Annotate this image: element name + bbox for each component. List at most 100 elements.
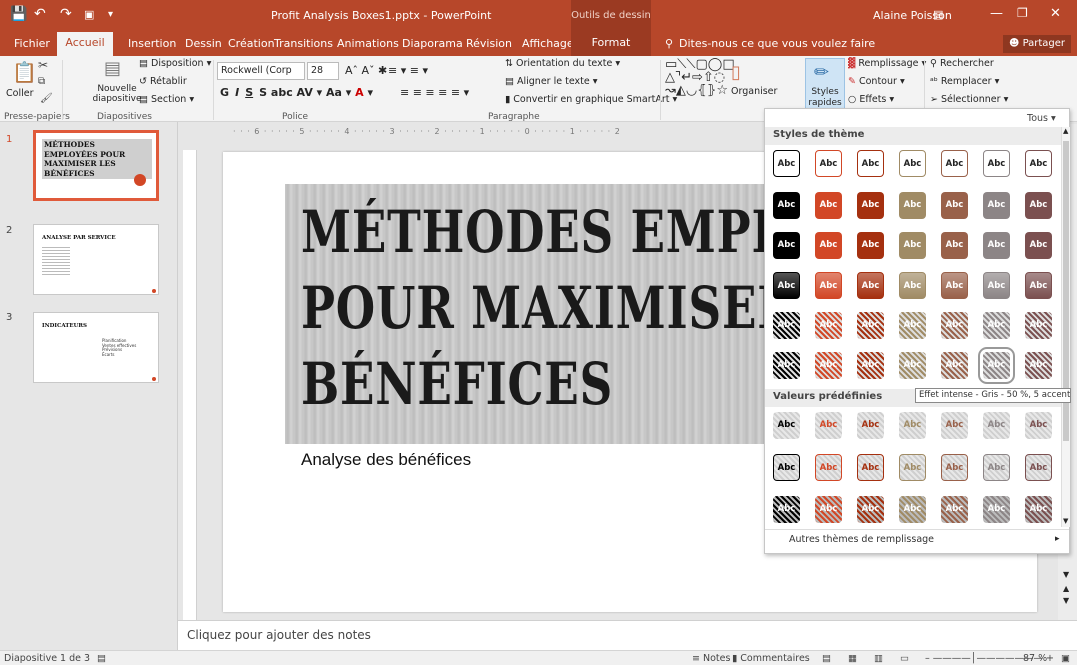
preset-style-swatch[interactable]: Abc: [983, 412, 1010, 439]
tab-insertion[interactable]: Insertion: [128, 37, 176, 50]
preset-style-swatch[interactable]: Abc: [857, 496, 884, 523]
slide-thumbnail-1[interactable]: MÉTHODES EMPLOYÉES POUR MAXIMISER LES BÉ…: [33, 130, 159, 201]
shape-effects-button[interactable]: ○ Effets ▾: [848, 94, 894, 105]
theme-style-swatch[interactable]: Abc: [857, 232, 884, 259]
preset-style-swatch[interactable]: Abc: [857, 412, 884, 439]
zoom-level[interactable]: 87 %: [1023, 653, 1047, 664]
layout-button[interactable]: ▤ Disposition ▾: [139, 58, 211, 69]
slide-thumbnail-2[interactable]: ANALYSE PAR SERVICE: [33, 224, 159, 295]
theme-style-swatch[interactable]: Abc: [941, 312, 968, 339]
notes-toggle[interactable]: ≡ Notes: [692, 653, 730, 664]
minimize-icon[interactable]: —: [990, 6, 1003, 21]
theme-style-swatch[interactable]: Abc: [941, 150, 968, 177]
new-slide-icon[interactable]: ▤: [104, 58, 121, 79]
cut-icon[interactable]: ✂: [38, 58, 48, 72]
preset-style-swatch[interactable]: Abc: [815, 412, 842, 439]
theme-style-swatch[interactable]: Abc: [857, 352, 884, 379]
comments-toggle[interactable]: ▮ Commentaires: [732, 653, 810, 664]
reset-button[interactable]: ↺ Rétablir: [139, 76, 187, 87]
preset-style-swatch[interactable]: Abc: [941, 496, 968, 523]
tab-accueil[interactable]: Accueil: [57, 32, 113, 56]
tab-animations[interactable]: Animations: [337, 37, 399, 50]
gallery-scrollbar[interactable]: ▲ ▼: [1061, 127, 1070, 527]
preset-style-swatch[interactable]: Abc: [773, 496, 800, 523]
format-painter-icon[interactable]: 🖌: [40, 93, 53, 104]
replace-button[interactable]: ᵃᵇ Remplacer ▾: [930, 76, 999, 87]
theme-style-swatch[interactable]: Abc: [857, 272, 884, 299]
theme-style-swatch[interactable]: Abc: [983, 232, 1010, 259]
scroll-down-icon[interactable]: ▼: [1063, 517, 1068, 525]
normal-view-icon[interactable]: ▤: [822, 653, 831, 664]
font-name-combo[interactable]: Rockwell (Corp: [217, 62, 305, 80]
theme-style-swatch[interactable]: Abc: [1025, 232, 1052, 259]
theme-style-swatch[interactable]: Abc: [983, 192, 1010, 219]
redo-icon[interactable]: ↷: [60, 6, 72, 22]
gallery-filter[interactable]: Tous ▾: [1027, 113, 1056, 124]
theme-style-swatch[interactable]: Abc: [983, 272, 1010, 299]
preset-style-swatch[interactable]: Abc: [1025, 496, 1052, 523]
shape-fill-button[interactable]: ▓ Remplissage ▾: [848, 58, 926, 69]
theme-style-swatch[interactable]: Abc: [815, 272, 842, 299]
align-text-button[interactable]: ▤ Aligner le texte ▾: [505, 76, 598, 87]
theme-style-swatch[interactable]: Abc: [899, 272, 926, 299]
theme-style-swatch[interactable]: Abc: [941, 192, 968, 219]
shape-outline-button[interactable]: ✎ Contour ▾: [848, 76, 905, 87]
theme-style-swatch[interactable]: Abc: [815, 352, 842, 379]
theme-style-swatch[interactable]: Abc: [815, 192, 842, 219]
scroll-up-icon[interactable]: ▲: [1063, 127, 1068, 135]
tell-me-icon[interactable]: ⚲: [665, 37, 673, 50]
preset-style-swatch[interactable]: Abc: [815, 454, 842, 481]
theme-style-swatch[interactable]: Abc: [1025, 272, 1052, 299]
font-size-combo[interactable]: 28: [307, 62, 339, 80]
theme-style-swatch[interactable]: Abc: [857, 150, 884, 177]
theme-style-swatch[interactable]: Abc: [899, 192, 926, 219]
preset-style-swatch[interactable]: Abc: [773, 454, 800, 481]
theme-style-swatch[interactable]: Abc: [773, 352, 800, 379]
tab-diaporama[interactable]: Diaporama: [402, 37, 463, 50]
theme-style-swatch[interactable]: Abc: [941, 272, 968, 299]
theme-style-swatch[interactable]: Abc: [978, 347, 1015, 384]
theme-style-swatch[interactable]: Abc: [773, 192, 800, 219]
notes-pane[interactable]: Cliquez pour ajouter des notes: [178, 620, 1077, 650]
start-from-beginning-icon[interactable]: ▣: [84, 8, 94, 21]
preset-style-swatch[interactable]: Abc: [983, 496, 1010, 523]
preset-style-swatch[interactable]: Abc: [857, 454, 884, 481]
theme-style-swatch[interactable]: Abc: [983, 312, 1010, 339]
theme-style-swatch[interactable]: Abc: [815, 312, 842, 339]
theme-style-swatch[interactable]: Abc: [773, 150, 800, 177]
spellcheck-icon[interactable]: ▤: [97, 653, 106, 664]
font-grow-shrink-icons[interactable]: Aˆ Aˇ ✱: [345, 64, 387, 77]
tab-fichier[interactable]: Fichier: [14, 37, 50, 50]
slide-sorter-icon[interactable]: ▦: [848, 653, 857, 664]
close-icon[interactable]: ✕: [1050, 6, 1061, 21]
next-slide-icon[interactable]: ▼: [1063, 596, 1069, 605]
tab-creation[interactable]: Création: [228, 37, 275, 50]
theme-style-swatch[interactable]: Abc: [941, 232, 968, 259]
copy-icon[interactable]: ⧉: [38, 76, 45, 87]
preset-style-swatch[interactable]: Abc: [815, 496, 842, 523]
preset-style-swatch[interactable]: Abc: [983, 454, 1010, 481]
maximize-icon[interactable]: ❐: [1017, 6, 1028, 20]
more-fills-menu-item[interactable]: Autres thèmes de remplissage: [789, 534, 934, 545]
theme-style-swatch[interactable]: Abc: [857, 192, 884, 219]
preset-style-swatch[interactable]: Abc: [941, 412, 968, 439]
save-icon[interactable]: 💾: [10, 6, 27, 22]
preset-style-swatch[interactable]: Abc: [1025, 454, 1052, 481]
tell-me-box[interactable]: Dites-nous ce que vous voulez faire: [679, 37, 875, 50]
reading-view-icon[interactable]: ▥: [874, 653, 883, 664]
previous-slide-icon[interactable]: ▲: [1063, 584, 1069, 593]
theme-style-swatch[interactable]: Abc: [941, 352, 968, 379]
smartart-button[interactable]: ▮ Convertir en graphique SmartArt ▾: [505, 94, 677, 105]
theme-style-swatch[interactable]: Abc: [815, 150, 842, 177]
undo-icon[interactable]: ↶: [34, 6, 46, 22]
text-direction-button[interactable]: ⇅ Orientation du texte ▾: [505, 58, 620, 69]
theme-style-swatch[interactable]: Abc: [1025, 192, 1052, 219]
tab-transitions[interactable]: Transitions: [274, 37, 333, 50]
paste-icon[interactable]: 📋: [12, 60, 37, 84]
theme-style-swatch[interactable]: Abc: [773, 232, 800, 259]
preset-style-swatch[interactable]: Abc: [1025, 412, 1052, 439]
bold-italic-underline-icons[interactable]: G I S S abc AV ▾ Aa ▾ A ▾: [220, 86, 373, 99]
slideshow-icon[interactable]: ▭: [900, 653, 909, 664]
quick-styles-button[interactable]: ✏ Styles rapides: [805, 58, 845, 114]
new-slide-button[interactable]: Nouvelle diapositive: [91, 84, 143, 104]
